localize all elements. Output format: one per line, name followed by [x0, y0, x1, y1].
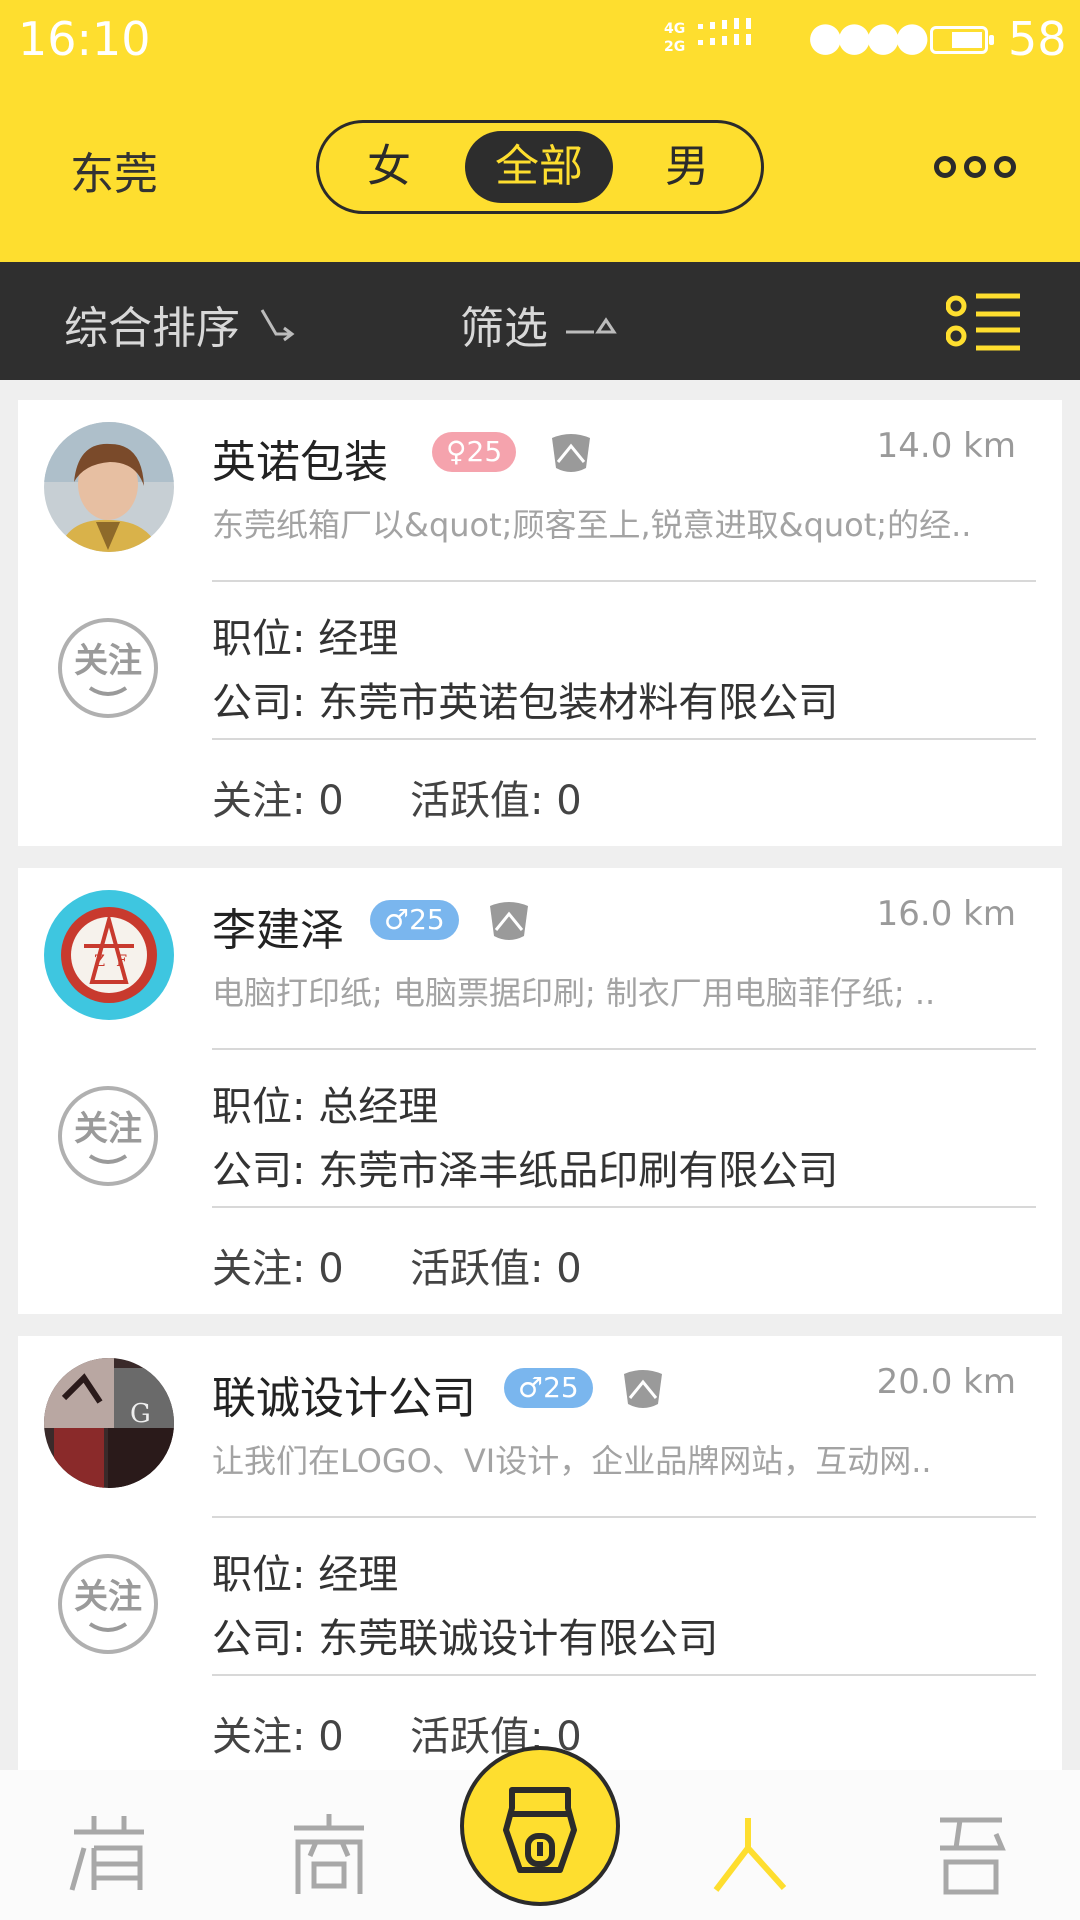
- list-view-icon[interactable]: [946, 290, 1022, 354]
- avatar[interactable]: [44, 422, 174, 552]
- avatar[interactable]: Z F: [44, 890, 174, 1020]
- signal-dots-icon: ●●●●: [808, 14, 930, 60]
- svg-text:F: F: [116, 951, 127, 970]
- sort-arrow-icon: [260, 309, 295, 342]
- home-icon[interactable]: [64, 1808, 154, 1898]
- contact-description: 东莞纸箱厂以&quot;顾客至上,锐意进取&quot;的经..: [212, 506, 972, 544]
- position-row: 职位: 总经理: [212, 1084, 439, 1130]
- svg-text:G: G: [130, 1399, 151, 1429]
- contact-name: 李建泽: [212, 905, 344, 956]
- center-face-icon: [503, 1787, 577, 1873]
- female-icon: ♀: [446, 435, 467, 468]
- battery-icon: [930, 26, 994, 54]
- divider: [212, 1048, 1036, 1050]
- business-icon[interactable]: [284, 1808, 374, 1898]
- crown-icon: [624, 1370, 662, 1408]
- filter-bar: 综合排序 筛选: [0, 262, 1080, 380]
- divider: [212, 1516, 1036, 1518]
- gender-age-badge: ♂25: [370, 900, 459, 940]
- svg-text:关注: 关注: [74, 641, 142, 681]
- follow-button-icon[interactable]: 关注: [56, 1552, 160, 1656]
- distance: 14.0 km: [876, 426, 1016, 466]
- network-label: 4G 2G: [664, 21, 686, 55]
- svg-text:关注: 关注: [74, 1109, 142, 1149]
- divider: [212, 580, 1036, 582]
- divider: [212, 1674, 1036, 1676]
- contact-description: 电脑打印纸; 电脑票据印刷; 制衣厂用电脑菲仔纸; ..: [212, 974, 936, 1012]
- signal-icon: [698, 18, 751, 45]
- divider: [212, 1206, 1036, 1208]
- divider: [212, 738, 1036, 740]
- contact-name: 联诚设计公司: [212, 1373, 476, 1424]
- followers-count: 关注: 0: [212, 1714, 344, 1760]
- company-row: 公司: 东莞市英诺包装材料有限公司: [212, 680, 839, 726]
- list-item[interactable]: G 联诚设计公司 ♂25 20.0 km 让我们在LOGO、VI设计，企业品牌网…: [18, 1336, 1062, 1782]
- followers-count: 关注: 0: [212, 1246, 344, 1292]
- filter-button[interactable]: 筛选: [460, 292, 548, 356]
- tab-male[interactable]: 男: [639, 131, 735, 203]
- follow-button-icon[interactable]: 关注: [56, 1084, 160, 1188]
- list-item[interactable]: 英诺包装 ♀25 14.0 km 东莞纸箱厂以&quot;顾客至上,锐意进取&q…: [18, 400, 1062, 846]
- status-time: 16:10: [18, 12, 151, 66]
- position-row: 职位: 经理: [212, 616, 399, 662]
- city-selector[interactable]: 东莞: [70, 138, 158, 202]
- male-icon: ♂: [518, 1371, 544, 1404]
- position-row: 职位: 经理: [212, 1552, 399, 1598]
- follow-button-icon[interactable]: 关注: [56, 616, 160, 720]
- gender-segmented-control: 女 全部 男: [316, 120, 764, 214]
- sort-button[interactable]: 综合排序: [64, 292, 240, 356]
- activity-value: 活跃值: 0: [410, 778, 582, 824]
- tab-all[interactable]: 全部: [465, 131, 613, 203]
- crown-icon: [490, 902, 528, 940]
- filter-arrow-icon: [566, 317, 617, 334]
- gender-age-badge: ♀25: [432, 432, 517, 472]
- contact-name: 英诺包装: [212, 437, 388, 488]
- followers-count: 关注: 0: [212, 778, 344, 824]
- people-icon[interactable]: [704, 1808, 794, 1898]
- gender-age-badge: ♂25: [504, 1368, 593, 1408]
- crown-icon: [552, 434, 590, 472]
- company-row: 公司: 东莞联诚设计有限公司: [212, 1616, 719, 1662]
- center-face-button[interactable]: [460, 1746, 620, 1906]
- battery-level: 58: [1008, 12, 1067, 66]
- svg-text:Z: Z: [94, 951, 105, 970]
- status-bar: 16:10 4G 2G ●●●● 58: [0, 0, 1080, 80]
- avatar[interactable]: G: [44, 1358, 174, 1488]
- top-bar: 16:10 4G 2G ●●●● 58 东莞 女 全部 男: [0, 0, 1080, 262]
- activity-value: 活跃值: 0: [410, 1246, 582, 1292]
- list-item[interactable]: Z F 李建泽 ♂25 16.0 km 电脑打印纸; 电脑票据印刷; 制衣厂用电…: [18, 868, 1062, 1314]
- contact-description: 让我们在LOGO、VI设计，企业品牌网站，互动网..: [212, 1442, 932, 1480]
- more-dots-icon[interactable]: [934, 150, 1024, 186]
- male-icon: ♂: [384, 903, 410, 936]
- tab-female[interactable]: 女: [341, 131, 437, 203]
- distance: 20.0 km: [876, 1362, 1016, 1402]
- me-icon[interactable]: [926, 1808, 1016, 1898]
- distance: 16.0 km: [876, 894, 1016, 934]
- svg-text:关注: 关注: [74, 1577, 142, 1617]
- company-row: 公司: 东莞市泽丰纸品印刷有限公司: [212, 1148, 839, 1194]
